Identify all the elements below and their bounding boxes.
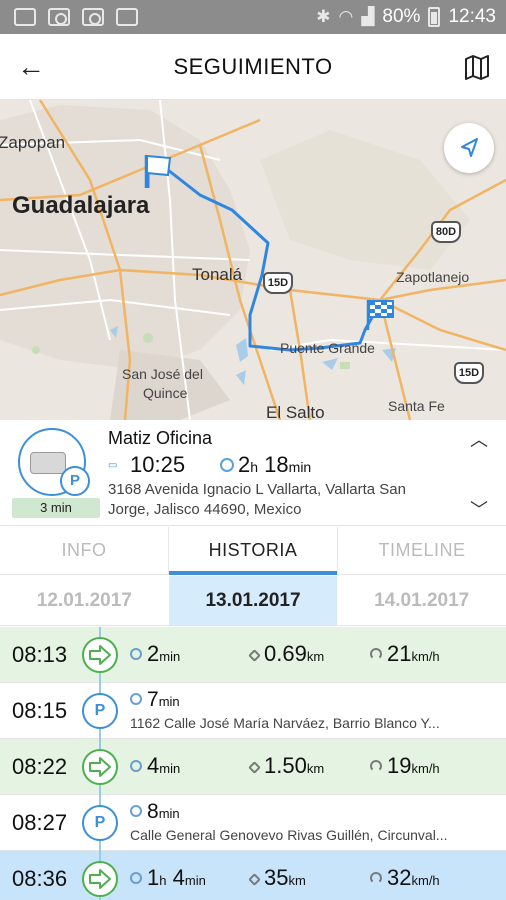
distance-icon [248, 649, 261, 662]
entry-speed: 32km/h [370, 865, 440, 891]
entry-duration: 7min [130, 688, 180, 712]
entry-speed: 19km/h [370, 753, 440, 779]
entry-speed: 21km/h [370, 641, 440, 667]
clock: 12:43 [448, 6, 496, 27]
clock-icon [220, 458, 234, 472]
chevron-down-icon[interactable]: ﹀ [470, 496, 488, 522]
entry-time: 08:15 [12, 698, 68, 723]
parking-icon: P [82, 693, 118, 729]
parking-icon: P [82, 805, 118, 841]
speedometer-icon [370, 872, 382, 884]
duration-badge: 3 min [12, 498, 100, 518]
map-label-guadalajara: Guadalajara [12, 192, 150, 219]
date-next[interactable]: 14.01.2017 [337, 576, 506, 625]
map-label-quince: Quince [143, 385, 188, 401]
image-notification-icon [14, 8, 36, 26]
map-label-san-jose: San José del [122, 366, 203, 382]
tab-info[interactable]: INFO [0, 527, 168, 574]
clock-icon [130, 693, 142, 705]
map-label-zapotlanejo: Zapotlanejo [396, 269, 470, 285]
signal-icon: ▟ [361, 7, 375, 26]
entry-duration: 4min [130, 753, 180, 779]
system-status: ✱ ◠ ▟ 80% 12:43 [316, 6, 496, 28]
drive-arrow-icon [82, 749, 118, 785]
entry-time: 08:13 [12, 642, 68, 667]
entry-duration: 1h 4min [130, 865, 206, 891]
vehicle-time: 10:25 [130, 452, 186, 477]
navigation-arrow-icon [461, 138, 478, 157]
bluetooth-icon: ✱ [316, 7, 331, 26]
date-current[interactable]: 13.01.2017 [168, 576, 338, 625]
parking-icon: P [60, 466, 90, 496]
route-map[interactable]: Zapopan Guadalajara Tonalá Zapotlanejo P… [0, 100, 506, 420]
my-location-button[interactable] [444, 123, 494, 173]
chevron-up-icon[interactable]: ︿ [470, 426, 488, 452]
clock-icon [130, 872, 142, 884]
entry-time: 08:22 [12, 754, 68, 779]
notification-icons [14, 8, 138, 26]
clock-icon [130, 805, 142, 817]
entry-address: 1162 Calle José María Narváez, Barrio Bl… [130, 715, 440, 731]
date-previous[interactable]: 12.01.2017 [0, 576, 169, 625]
speedometer-icon [370, 760, 382, 772]
list-item[interactable]: 08:13 2min 0.69km 21km/h [0, 627, 506, 683]
tab-bar: INFO HISTORIA TIMELINE [0, 527, 506, 575]
distance-icon [248, 873, 261, 886]
entry-time: 08:36 [12, 866, 68, 891]
map-label-puente-grande: Puente Grande [280, 340, 375, 356]
vehicle-card[interactable]: P 3 min Matiz Oficina ▭ 10:25 2h 18min 3… [0, 420, 506, 526]
timestamp-icon: ▭ [108, 460, 118, 471]
map-label-el-salto: El Salto [266, 403, 325, 420]
map-label-santa-fe: Santa Fe [388, 398, 445, 414]
wifi-icon: ◠ [338, 7, 354, 26]
entry-distance: 0.69km [248, 641, 324, 667]
status-bar: ✱ ◠ ▟ 80% 12:43 [0, 0, 506, 34]
speedometer-icon [370, 648, 382, 660]
map-canvas [0, 100, 506, 420]
vehicle-avatar: P [18, 428, 90, 496]
battery-icon [428, 7, 441, 27]
entry-duration: 8min [130, 800, 180, 824]
app-bar: ← SEGUIMIENTO [0, 34, 506, 100]
entry-distance: 35km [248, 865, 306, 891]
date-selector: 12.01.2017 13.01.2017 14.01.2017 [0, 576, 506, 626]
battery-percent: 80% [382, 6, 421, 27]
vehicle-address: 3168 Avenida Ignacio L Vallarta, Vallart… [108, 481, 406, 518]
distance-icon [248, 761, 261, 774]
map-icon[interactable] [462, 52, 492, 82]
vehicle-name: Matiz Oficina [108, 428, 213, 448]
history-list: 08:13 2min 0.69km 21km/h 08:15 P 7min 11… [0, 627, 506, 900]
tab-timeline[interactable]: TIMELINE [337, 527, 506, 574]
clock-icon [130, 760, 142, 772]
list-item[interactable]: 08:22 4min 1.50km 19km/h [0, 739, 506, 795]
map-label-tonala: Tonalá [192, 265, 243, 284]
highway-shield: 15D [263, 272, 293, 294]
highway-shield: 15D [454, 362, 484, 384]
entry-duration: 2min [130, 641, 180, 667]
clock-icon [130, 648, 142, 660]
car-icon [30, 452, 66, 474]
page-title: SEGUIMIENTO [173, 54, 333, 79]
list-item[interactable]: 08:27 P 8min Calle General Genovevo Riva… [0, 795, 506, 851]
highway-shield: 80D [431, 221, 461, 243]
entry-distance: 1.50km [248, 753, 324, 779]
tab-historia[interactable]: HISTORIA [168, 527, 337, 575]
vehicle-stop-duration: 2h 18min [238, 452, 312, 477]
camera-notification-icon-2 [82, 8, 104, 26]
map-label-zapopan: Zapopan [0, 133, 66, 152]
list-item[interactable]: 08:15 P 7min 1162 Calle José María Narvá… [0, 683, 506, 739]
message-notification-icon [116, 8, 138, 26]
camera-notification-icon [48, 8, 70, 26]
drive-arrow-icon [82, 861, 118, 897]
drive-arrow-icon [82, 637, 118, 673]
entry-address: Calle General Genovevo Rivas Guillén, Ci… [130, 827, 448, 843]
list-item-selected[interactable]: 08:36 1h 4min 35km 32km/h [0, 851, 506, 900]
entry-time: 08:27 [12, 810, 68, 835]
